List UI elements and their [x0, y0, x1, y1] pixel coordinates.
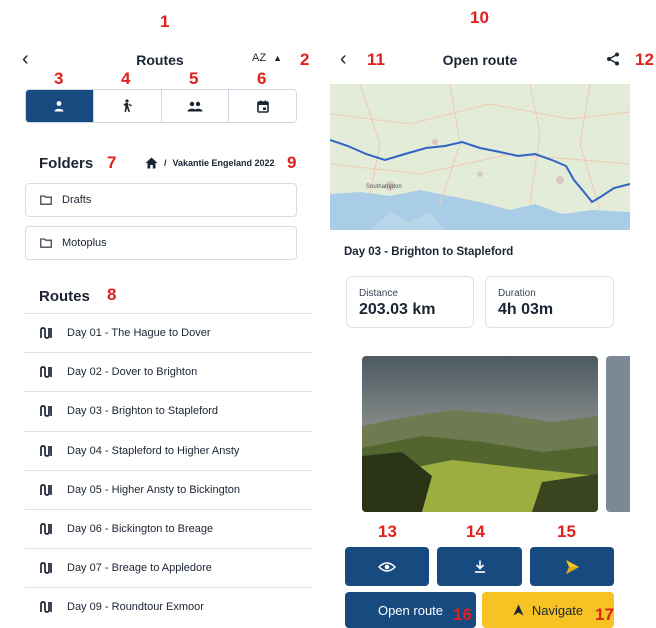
route-icon [40, 366, 52, 379]
route-icon [40, 523, 52, 535]
send-to-device-button[interactable] [530, 547, 614, 586]
landscape-photo [362, 356, 598, 512]
eye-icon [378, 561, 396, 572]
marker-1: 1 [160, 12, 170, 31]
marker-14: 14 [466, 522, 485, 541]
marker-16: 16 [453, 605, 472, 624]
folder-label: Motoplus [62, 237, 107, 249]
navigate-label: Navigate [531, 602, 584, 618]
route-label: Day 07 - Breage to Appledore [67, 562, 212, 575]
route-list: Day 01 - The Hague to Dover Day 02 - Dov… [25, 313, 312, 627]
folder-item-motoplus[interactable]: Motoplus [25, 226, 297, 260]
folder-item-drafts[interactable]: Drafts [25, 183, 297, 217]
tab-my-routes[interactable] [26, 90, 94, 122]
preview-button[interactable] [345, 547, 429, 586]
route-item[interactable]: Day 06 - Bickington to Breage [25, 508, 312, 548]
route-item[interactable]: Day 04 - Stapleford to Higher Ansty [25, 430, 312, 470]
route-photo[interactable] [362, 356, 598, 512]
folder-icon [40, 238, 52, 248]
distance-value: 203.03 km [359, 301, 436, 318]
route-label: Day 01 - The Hague to Dover [67, 327, 211, 340]
calendar-icon [256, 100, 269, 113]
route-label: Day 09 - Roundtour Exmoor [67, 601, 204, 614]
duration-value: 4h 03m [498, 301, 554, 318]
map-graphic: Southampton [330, 84, 630, 230]
sort-az-icon: AZ [252, 52, 267, 64]
duration-card: Duration 4h 03m [485, 276, 614, 328]
duration-label: Duration [498, 288, 536, 299]
share-icon[interactable] [606, 52, 620, 66]
route-item[interactable]: Day 02 - Dover to Brighton [25, 352, 312, 391]
marker-15: 15 [557, 522, 576, 541]
breadcrumb-current[interactable]: Vakantie Engeland 2022 [173, 158, 275, 168]
send-arrow-icon [566, 559, 579, 574]
marker-6: 6 [257, 69, 267, 88]
route-icon [40, 601, 52, 614]
marker-12: 12 [635, 50, 654, 69]
route-item[interactable]: Day 09 - Roundtour Exmoor [25, 587, 312, 626]
route-icon [40, 405, 52, 418]
sort-arrow-icon: ▲ [273, 53, 282, 63]
marker-9: 9 [287, 153, 297, 172]
page-title: Open route [442, 52, 518, 68]
group-icon [187, 101, 203, 111]
open-route-screen: 10 ‹ 11 Open route 12 Southampton Day 03… [330, 0, 656, 628]
marker-3: 3 [54, 69, 64, 88]
distance-card: Distance 203.03 km [346, 276, 474, 328]
tab-group[interactable] [161, 90, 230, 122]
next-photo-peek[interactable] [606, 356, 630, 512]
route-label: Day 06 - Bickington to Breage [67, 523, 214, 536]
marker-8: 8 [107, 285, 117, 304]
distance-label: Distance [359, 288, 398, 299]
walker-icon [123, 99, 132, 112]
route-item[interactable]: Day 07 - Breage to Appledore [25, 548, 312, 587]
route-icon [40, 562, 52, 575]
tab-calendar[interactable] [229, 90, 296, 122]
download-icon [474, 560, 485, 573]
marker-17: 17 [595, 605, 614, 624]
marker-4: 4 [121, 69, 131, 88]
download-button[interactable] [437, 547, 522, 586]
routes-screen: 1 ‹ Routes AZ ▲ 2 3 4 5 6 Folders 7 / Va… [0, 0, 320, 628]
route-icon [40, 483, 52, 496]
folder-icon [40, 195, 52, 205]
route-item[interactable]: Day 05 - Higher Ansty to Bickington [25, 469, 312, 509]
marker-2: 2 [300, 50, 310, 69]
breadcrumb: / Vakantie Engeland 2022 [145, 157, 275, 169]
route-icon [40, 444, 52, 457]
open-route-label: Open route [377, 602, 444, 618]
route-filter-tabs [25, 89, 297, 123]
person-icon [54, 101, 64, 112]
breadcrumb-separator: / [164, 158, 167, 168]
route-map[interactable]: Southampton [330, 84, 630, 230]
route-label: Day 03 - Brighton to Stapleford [67, 405, 219, 418]
route-name: Day 03 - Brighton to Stapleford [344, 246, 514, 258]
navigation-arrow-icon [513, 604, 524, 616]
route-item[interactable]: Day 01 - The Hague to Dover [25, 313, 312, 352]
route-icon [40, 327, 52, 339]
marker-10: 10 [470, 8, 489, 27]
map-label-southampton: Southampton [366, 184, 402, 190]
marker-5: 5 [189, 69, 199, 88]
route-label: Day 05 - Higher Ansty to Bickington [67, 483, 241, 496]
marker-13: 13 [378, 522, 397, 541]
folders-heading: Folders [39, 155, 94, 172]
tab-walker[interactable] [93, 90, 162, 122]
route-label: Day 04 - Stapleford to Higher Ansty [67, 444, 240, 457]
route-label: Day 02 - Dover to Brighton [67, 366, 198, 379]
routes-heading: Routes [39, 288, 90, 305]
sort-control[interactable]: AZ ▲ [252, 52, 282, 64]
marker-7: 7 [107, 153, 117, 172]
home-icon[interactable] [145, 157, 158, 169]
route-item[interactable]: Day 03 - Brighton to Stapleford [25, 391, 312, 430]
folder-label: Drafts [62, 194, 92, 206]
